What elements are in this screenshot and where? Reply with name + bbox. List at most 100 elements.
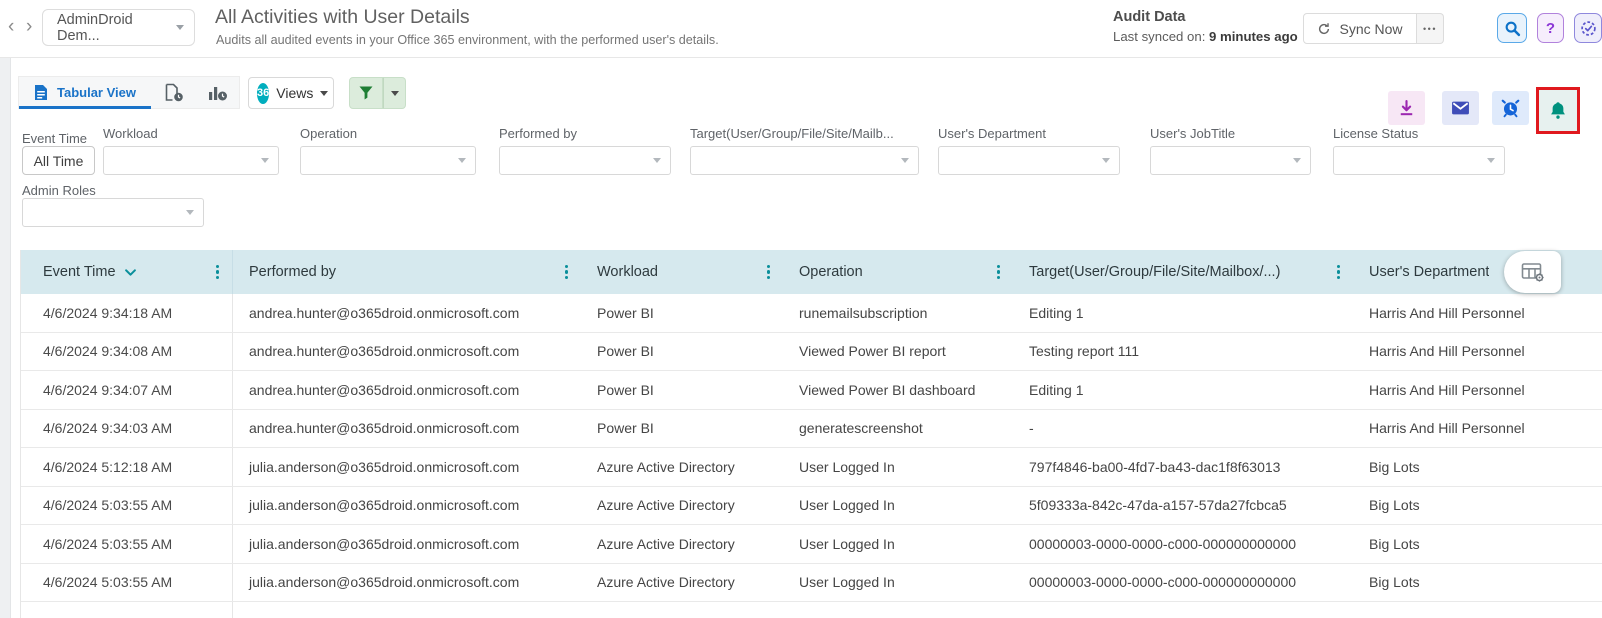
search-icon (1504, 20, 1521, 37)
filter-dropdown[interactable] (938, 146, 1120, 175)
last-synced-text: Last synced on: 9 minutes ago (1113, 29, 1298, 44)
table-row[interactable]: 4/6/2024 9:34:08 AMandrea.hunter@o365dro… (21, 333, 1602, 372)
table-row[interactable]: 4/6/2024 5:12:18 AMjulia.anderson@o365dr… (21, 448, 1602, 487)
filter-dropdown[interactable] (300, 146, 476, 175)
page-subtitle: Audits all audited events in your Office… (216, 33, 719, 47)
sync-more-options-button[interactable]: ••• (1417, 13, 1444, 44)
column-header-event-time[interactable]: Event Time (21, 250, 233, 294)
column-header-performed-by[interactable]: Performed by (233, 250, 581, 294)
nav-back-icon[interactable]: ‹ (8, 14, 14, 40)
chevron-down-icon (458, 158, 466, 163)
cell: User Logged In (783, 487, 1013, 525)
views-count-badge: 36 (257, 83, 269, 104)
filter-label: Operation (300, 126, 476, 141)
filter-dropdown[interactable] (103, 146, 279, 175)
view-tabs-strip: Tabular View (18, 76, 240, 109)
workspace-selector[interactable]: AdminDroid Dem... (42, 9, 195, 46)
filter-label: License Status (1333, 126, 1505, 141)
cell: Viewed Power BI report (783, 333, 1013, 371)
schedule-report-button[interactable] (1492, 91, 1529, 125)
chart-clock-icon (207, 83, 228, 102)
column-settings-button[interactable] (1504, 251, 1561, 293)
cell: - (1013, 410, 1353, 448)
email-report-button[interactable] (1442, 91, 1479, 125)
table-row[interactable]: 4/6/2024 5:03:55 AMjulia.anderson@o365dr… (21, 564, 1602, 603)
cell: Azure Active Directory (581, 525, 783, 563)
cell: julia.anderson@o365droid.onmicrosoft.com (233, 564, 581, 602)
tab-scheduled-export[interactable] (151, 77, 195, 108)
download-icon (1398, 100, 1415, 117)
filter-label: Admin Roles (22, 183, 204, 198)
filter-dropdown[interactable] (1333, 146, 1505, 175)
column-menu-icon[interactable] (565, 265, 568, 280)
cell: Harris And Hill Personnel (1353, 371, 1602, 409)
column-header-user-s-department[interactable]: User's Department (1353, 250, 1602, 294)
column-header-label: Workload (597, 264, 658, 280)
column-header-workload[interactable]: Workload (581, 250, 783, 294)
funnel-icon (358, 85, 374, 101)
filter-dropdown[interactable] (22, 198, 204, 227)
cell: andrea.hunter@o365droid.onmicrosoft.com (233, 333, 581, 371)
filter-admin-roles: Admin Roles (22, 183, 204, 235)
cell: Harris And Hill Personnel (1353, 294, 1602, 332)
tab-tabular-view[interactable]: Tabular View (19, 77, 151, 108)
table-header: Event Time Performed by Workload Operation T… (21, 250, 1602, 294)
column-menu-icon[interactable] (767, 265, 770, 280)
filter-dropdown[interactable] (1150, 146, 1311, 175)
cell: Harris And Hill Personnel (1353, 410, 1602, 448)
column-menu-icon[interactable] (997, 265, 1000, 280)
cell: Azure Active Directory (581, 448, 783, 486)
column-header-operation[interactable]: Operation (783, 250, 1013, 294)
alert-bell-button[interactable] (1539, 90, 1577, 131)
table-gear-icon (1521, 262, 1545, 283)
chevron-down-icon (391, 91, 399, 96)
cell: 4/6/2024 9:34:03 AM (21, 410, 233, 448)
filter-dropdown[interactable] (690, 146, 919, 175)
cell: 4/6/2024 9:34:18 AM (21, 294, 233, 332)
table-row[interactable]: 4/6/2024 5:03:55 AMjulia.anderson@o365dr… (21, 487, 1602, 526)
cell: julia.anderson@o365droid.onmicrosoft.com (233, 448, 581, 486)
table-row[interactable]: 4/6/2024 5:03:55 AMjulia.anderson@o365dr… (21, 525, 1602, 564)
clock-check-icon (1580, 20, 1597, 37)
cell: Power BI (581, 371, 783, 409)
cell (1353, 602, 1602, 618)
chevron-down-icon (176, 25, 184, 30)
filter-button[interactable] (349, 77, 383, 109)
column-header-label: User's Department (1369, 264, 1489, 280)
cell: User Logged In (783, 525, 1013, 563)
cell: Big Lots (1353, 487, 1602, 525)
help-button[interactable]: ? (1537, 13, 1564, 43)
cell (21, 602, 233, 618)
filter-operation: Operation (300, 126, 476, 178)
cell: andrea.hunter@o365droid.onmicrosoft.com (233, 410, 581, 448)
column-menu-icon[interactable] (1337, 265, 1340, 280)
audit-table: Event Time Performed by Workload Operation T… (20, 250, 1602, 618)
filter-dropdown[interactable] (499, 146, 671, 175)
views-dropdown-button[interactable]: 36 Views (248, 77, 334, 109)
column-header-label: Event Time (43, 264, 116, 280)
column-header-target-user-group-file-site-mailbox[interactable]: Target(User/Group/File/Site/Mailbox/...) (1013, 250, 1353, 294)
column-menu-icon[interactable] (216, 265, 219, 280)
table-row[interactable]: 4/6/2024 9:34:07 AMandrea.hunter@o365dro… (21, 371, 1602, 410)
cell: 00000003-0000-0000-c000-000000000000 (1013, 525, 1353, 563)
audit-sync-info: Audit Data Last synced on: 9 minutes ago (1113, 9, 1298, 44)
cell: 4/6/2024 5:12:18 AM (21, 448, 233, 486)
filter-value-button[interactable]: All Time (22, 146, 95, 175)
table-body: 4/6/2024 9:34:18 AMandrea.hunter@o365dro… (21, 294, 1602, 618)
filter-options-button[interactable] (383, 77, 406, 109)
column-header-label: Operation (799, 264, 863, 280)
sync-now-button[interactable]: Sync Now (1303, 13, 1417, 44)
nav-forward-icon[interactable]: › (26, 14, 32, 40)
search-button[interactable] (1497, 13, 1527, 43)
chevron-down-icon (1293, 158, 1301, 163)
cell: Power BI (581, 294, 783, 332)
export-download-button[interactable] (1388, 91, 1425, 125)
schedule-status-button[interactable] (1574, 13, 1602, 43)
filter-label: Event Time (22, 131, 95, 146)
column-header-label: Performed by (249, 264, 336, 280)
filter-workload: Workload (103, 126, 279, 178)
cell (233, 602, 581, 618)
table-row[interactable]: 4/6/2024 9:34:03 AMandrea.hunter@o365dro… (21, 410, 1602, 449)
table-row[interactable]: 4/6/2024 9:34:18 AMandrea.hunter@o365dro… (21, 294, 1602, 333)
tab-scheduled-charts[interactable] (195, 77, 239, 108)
